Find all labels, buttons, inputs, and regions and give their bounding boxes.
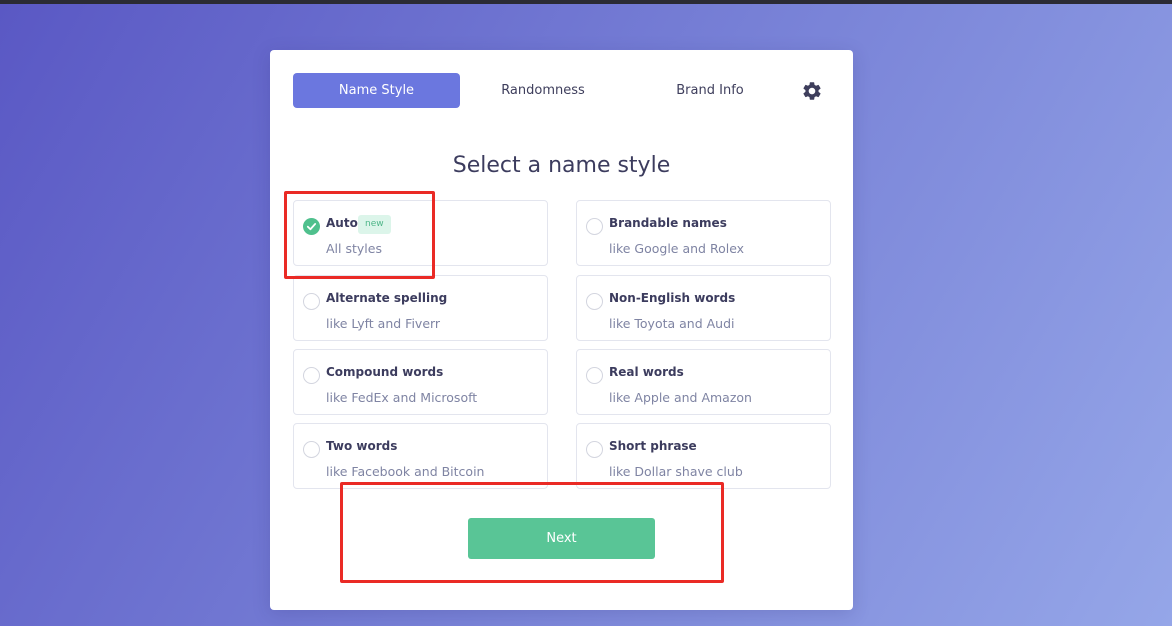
option-brandable-names[interactable]: Brandable names like Google and Rolex: [576, 200, 831, 266]
option-two-words[interactable]: Two words like Facebook and Bitcoin: [293, 423, 548, 489]
option-subtitle: like Lyft and Fiverr: [326, 316, 441, 331]
radio-button[interactable]: [303, 441, 320, 458]
radio-button[interactable]: [303, 293, 320, 310]
option-title: Alternate spelling: [326, 291, 448, 305]
radio-button[interactable]: [586, 218, 603, 235]
option-subtitle: like FedEx and Microsoft: [326, 390, 478, 405]
option-title: Brandable names: [609, 216, 727, 230]
option-title: Non-English words: [609, 291, 736, 305]
radio-button[interactable]: [586, 441, 603, 458]
tab-randomness[interactable]: Randomness: [460, 73, 626, 108]
option-title: Two words: [326, 439, 398, 453]
option-subtitle: like Google and Rolex: [609, 241, 745, 256]
radio-button[interactable]: [586, 293, 603, 310]
option-compound-words[interactable]: Compound words like FedEx and Microsoft: [293, 349, 548, 415]
option-real-words[interactable]: Real words like Apple and Amazon: [576, 349, 831, 415]
tab-bar: Name Style Randomness Brand Info: [293, 73, 833, 108]
annotation-highlight-auto: [284, 191, 435, 279]
radio-button[interactable]: [303, 367, 320, 384]
option-alternate-spelling[interactable]: Alternate spelling like Lyft and Fiverr: [293, 275, 548, 341]
option-title: Compound words: [326, 365, 444, 379]
window-top-bar: [0, 0, 1172, 4]
option-subtitle: like Facebook and Bitcoin: [326, 464, 485, 479]
radio-button[interactable]: [586, 367, 603, 384]
gear-icon[interactable]: [801, 80, 823, 102]
option-subtitle: like Apple and Amazon: [609, 390, 752, 405]
option-non-english-words[interactable]: Non-English words like Toyota and Audi: [576, 275, 831, 341]
option-short-phrase[interactable]: Short phrase like Dollar shave club: [576, 423, 831, 489]
tab-name-style[interactable]: Name Style: [293, 73, 460, 108]
option-subtitle: like Toyota and Audi: [609, 316, 735, 331]
tab-brand-info[interactable]: Brand Info: [626, 73, 794, 108]
page-title: Select a name style: [452, 153, 671, 178]
option-title: Short phrase: [609, 439, 697, 453]
annotation-highlight-next: [340, 482, 724, 583]
option-title: Real words: [609, 365, 684, 379]
option-subtitle: like Dollar shave club: [609, 464, 743, 479]
